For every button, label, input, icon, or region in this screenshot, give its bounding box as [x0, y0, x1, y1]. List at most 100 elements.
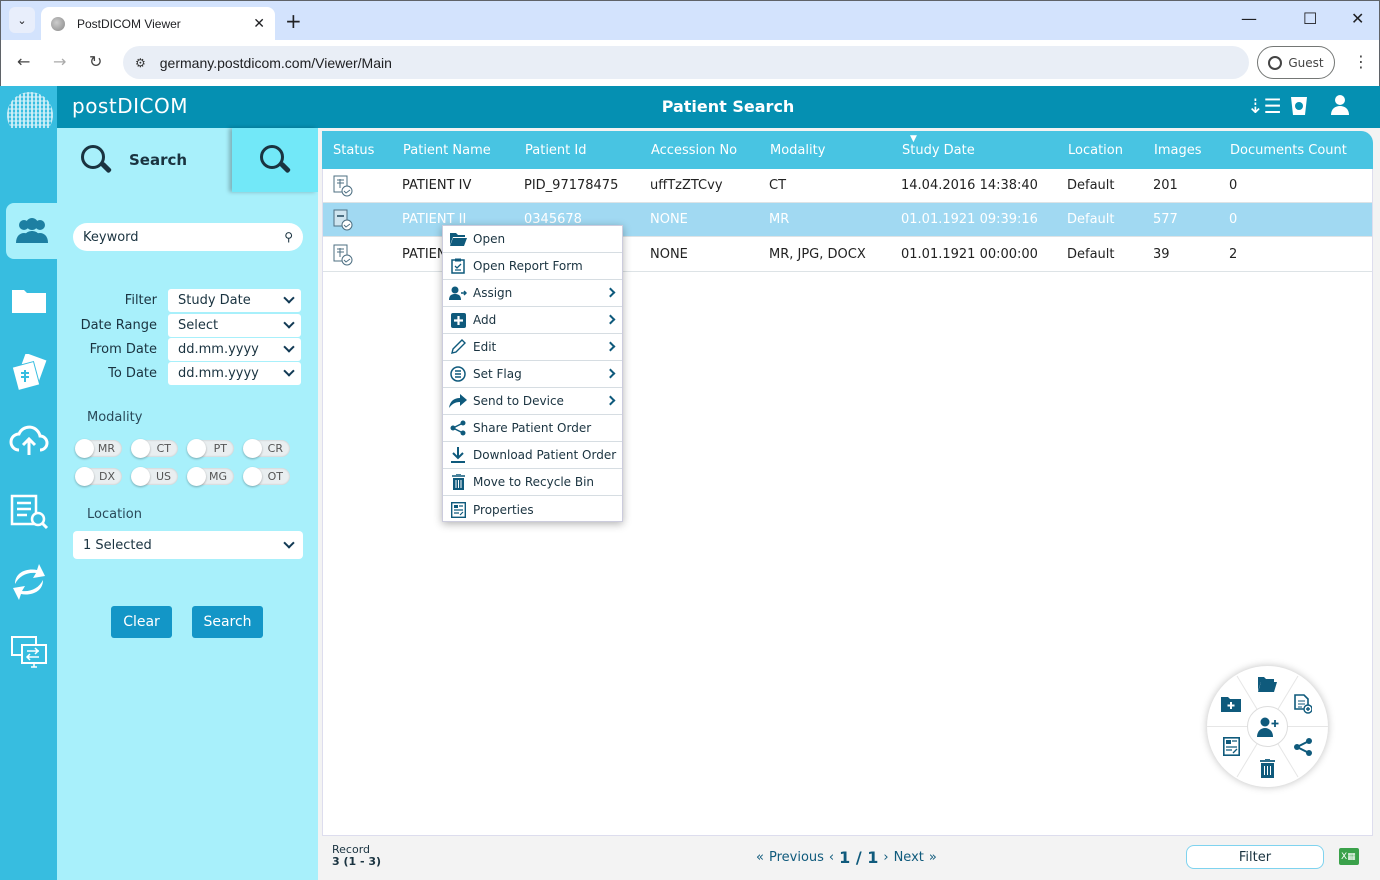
- page-title: Patient Search: [661, 97, 795, 116]
- menu-item-add[interactable]: Add: [443, 307, 622, 334]
- modality-label: Modality: [87, 410, 143, 425]
- recycle-bin-icon[interactable]: [1290, 94, 1308, 121]
- maximize-button[interactable]: ☐: [1303, 9, 1317, 28]
- cell-accession: NONE: [650, 247, 688, 262]
- column-accession-no[interactable]: Accession No: [651, 143, 737, 158]
- browser-menu-icon[interactable]: ⋮: [1353, 52, 1369, 71]
- tab-search-button[interactable]: ⌄: [9, 7, 35, 33]
- menu-item-send-to-device[interactable]: Send to Device: [443, 388, 622, 415]
- search-button[interactable]: Search: [192, 606, 263, 638]
- menu-item-properties[interactable]: Properties: [443, 496, 622, 523]
- advanced-search-icon: [260, 145, 292, 175]
- table-row[interactable]: PATIENT IV PID_97178475 uffTzZTCvy CT 14…: [323, 169, 1372, 203]
- previous-button[interactable]: Previous: [769, 850, 824, 865]
- column-patient-name[interactable]: Patient Name: [403, 143, 491, 158]
- site-settings-icon[interactable]: ⚙: [135, 56, 146, 70]
- column-documents-count[interactable]: Documents Count: [1230, 143, 1347, 158]
- nav-transfer[interactable]: [0, 624, 57, 680]
- screen-transfer-icon: [10, 636, 47, 668]
- column-status[interactable]: Status: [333, 143, 374, 158]
- filter-select[interactable]: Study Date: [168, 288, 301, 312]
- date-range-select[interactable]: Select: [168, 313, 301, 337]
- nav-upload[interactable]: [0, 412, 57, 468]
- chevron-down-icon: ⌄: [17, 13, 27, 27]
- last-page-icon[interactable]: »: [929, 850, 937, 865]
- modality-toggle-ot[interactable]: OT: [243, 467, 290, 486]
- new-tab-button[interactable]: +: [285, 9, 302, 33]
- column-images[interactable]: Images: [1154, 143, 1202, 158]
- profile-button[interactable]: Guest: [1257, 46, 1335, 79]
- from-date-value: dd.mm.yyyy: [178, 341, 259, 357]
- close-window-button[interactable]: ✕: [1351, 9, 1364, 28]
- menu-item-share-patient-order[interactable]: Share Patient Order: [443, 415, 622, 442]
- to-date-input[interactable]: dd.mm.yyyy: [168, 361, 301, 385]
- cell-images: 577: [1153, 212, 1178, 227]
- browser-tab[interactable]: PostDICOM Viewer ✕: [41, 7, 275, 41]
- menu-label: Download Patient Order: [473, 448, 617, 462]
- modality-toggle-pt[interactable]: PT: [187, 439, 234, 458]
- nav-worklist[interactable]: [0, 484, 57, 540]
- menu-item-move-to-recycle-bin[interactable]: Move to Recycle Bin: [443, 469, 622, 496]
- next-page-icon[interactable]: ›: [883, 850, 888, 865]
- tab-title: PostDICOM Viewer: [77, 17, 181, 31]
- radial-center-button[interactable]: [1247, 706, 1288, 747]
- location-select[interactable]: 1 Selected: [73, 531, 303, 559]
- modality-toggle-us[interactable]: US: [131, 467, 178, 486]
- menu-item-assign[interactable]: Assign: [443, 280, 622, 307]
- back-button[interactable]: ←: [17, 52, 30, 71]
- menu-item-open[interactable]: Open: [443, 226, 622, 253]
- modality-toggle-ct[interactable]: CT: [131, 439, 178, 458]
- tab-search[interactable]: Search: [57, 128, 232, 192]
- filter-button[interactable]: Filter: [1186, 845, 1324, 869]
- minimize-button[interactable]: —: [1241, 9, 1257, 28]
- sort-list-icon[interactable]: ⇣☰: [1247, 94, 1282, 118]
- first-page-icon[interactable]: «: [756, 850, 764, 865]
- modality-toggle-dx[interactable]: DX: [75, 467, 122, 486]
- nav-sync[interactable]: [0, 554, 57, 610]
- radial-open-button[interactable]: [1257, 674, 1277, 694]
- radial-action-menu: [1207, 666, 1328, 787]
- nav-studies[interactable]: [0, 272, 57, 328]
- xray-films-icon: [11, 354, 46, 390]
- forward-button[interactable]: →: [53, 52, 66, 71]
- column-study-date[interactable]: Study Date: [902, 143, 975, 158]
- modality-toggle-mr[interactable]: MR: [75, 439, 122, 458]
- cell-patient-id: PID_97178475: [524, 178, 619, 193]
- tab-advanced-search[interactable]: [232, 128, 318, 192]
- chevron-down-icon: [283, 341, 295, 353]
- reload-button[interactable]: ↻: [89, 52, 102, 71]
- menu-item-edit[interactable]: Edit: [443, 334, 622, 361]
- url-field[interactable]: ⚙ germany.postdicom.com/Viewer/Main: [123, 46, 1249, 79]
- nav-xray[interactable]: [0, 344, 57, 400]
- plus-square-icon: [449, 312, 467, 328]
- chevron-down-icon: [283, 365, 295, 377]
- radial-add-folder-button[interactable]: [1221, 694, 1241, 714]
- column-location[interactable]: Location: [1068, 143, 1123, 158]
- user-icon[interactable]: [1330, 94, 1350, 121]
- radial-properties-button[interactable]: [1221, 736, 1241, 756]
- radial-share-button[interactable]: [1293, 737, 1313, 757]
- modality-toggle-cr[interactable]: CR: [243, 439, 290, 458]
- nav-patients[interactable]: [6, 203, 57, 259]
- close-tab-icon[interactable]: ✕: [253, 16, 265, 32]
- next-button[interactable]: Next: [894, 850, 924, 865]
- cell-modality: MR, JPG, DOCX: [769, 247, 866, 262]
- search-icon[interactable]: ⚲: [284, 230, 293, 244]
- properties-icon: [1222, 736, 1240, 756]
- location-label: Location: [87, 507, 142, 522]
- excel-icon[interactable]: X▦: [1339, 848, 1359, 865]
- prev-page-icon[interactable]: ‹: [829, 850, 834, 865]
- user-assign-icon: [449, 285, 467, 301]
- keyword-search-input[interactable]: Keyword ⚲: [73, 223, 303, 251]
- menu-item-download-patient-order[interactable]: Download Patient Order: [443, 442, 622, 469]
- column-modality[interactable]: Modality: [770, 143, 825, 158]
- clear-button[interactable]: Clear: [111, 606, 172, 638]
- from-date-input[interactable]: dd.mm.yyyy: [168, 337, 301, 361]
- column-patient-id[interactable]: Patient Id: [525, 143, 586, 158]
- radial-trash-button[interactable]: [1257, 758, 1277, 778]
- menu-item-open-report-form[interactable]: Open Report Form: [443, 253, 622, 280]
- clipboard-check-icon: [449, 258, 467, 274]
- modality-toggle-mg[interactable]: MG: [187, 467, 234, 486]
- menu-item-set-flag[interactable]: Set Flag: [443, 361, 622, 388]
- radial-add-document-button[interactable]: [1293, 694, 1313, 714]
